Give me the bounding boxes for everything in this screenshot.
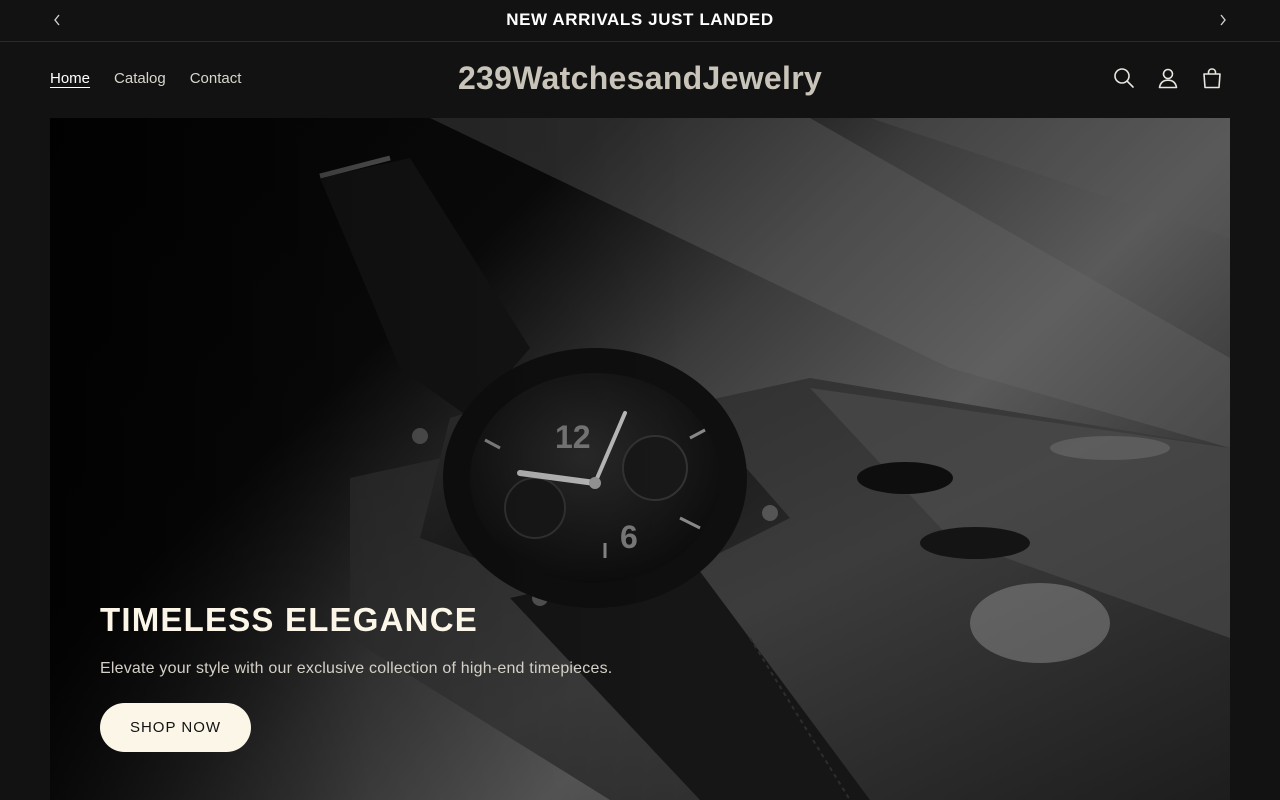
- search-icon: [1114, 68, 1134, 88]
- main-nav: Home Catalog Contact: [50, 42, 241, 114]
- hero-subtitle: Elevate your style with our exclusive co…: [100, 660, 613, 677]
- cart-icon: [1203, 68, 1221, 89]
- announcement-next-button[interactable]: [1213, 10, 1233, 30]
- nav-link-home[interactable]: Home: [50, 70, 90, 87]
- search-button[interactable]: [1102, 56, 1146, 100]
- cart-button[interactable]: [1190, 56, 1234, 100]
- announcement-message: NEW ARRIVALS JUST LANDED: [506, 10, 774, 29]
- site-logo[interactable]: 239WatchesandJewelry: [458, 60, 822, 96]
- header-icons: [1102, 56, 1234, 100]
- nav-link-contact[interactable]: Contact: [190, 70, 242, 87]
- account-button[interactable]: [1146, 56, 1190, 100]
- shop-now-button[interactable]: SHOP NOW: [100, 703, 251, 752]
- hero-banner: 12 6 TIMELESS ELEGANCE Elevate your styl…: [50, 118, 1230, 800]
- site-header: Home Catalog Contact 239WatchesandJewelr…: [0, 42, 1280, 118]
- chevron-right-icon: [1220, 14, 1226, 26]
- hero-title: TIMELESS ELEGANCE: [100, 601, 478, 638]
- nav-link-catalog[interactable]: Catalog: [114, 70, 166, 87]
- hero-content: TIMELESS ELEGANCE Elevate your style wit…: [100, 600, 800, 752]
- account-icon: [1158, 68, 1178, 89]
- announcement-bar: NEW ARRIVALS JUST LANDED: [0, 0, 1280, 42]
